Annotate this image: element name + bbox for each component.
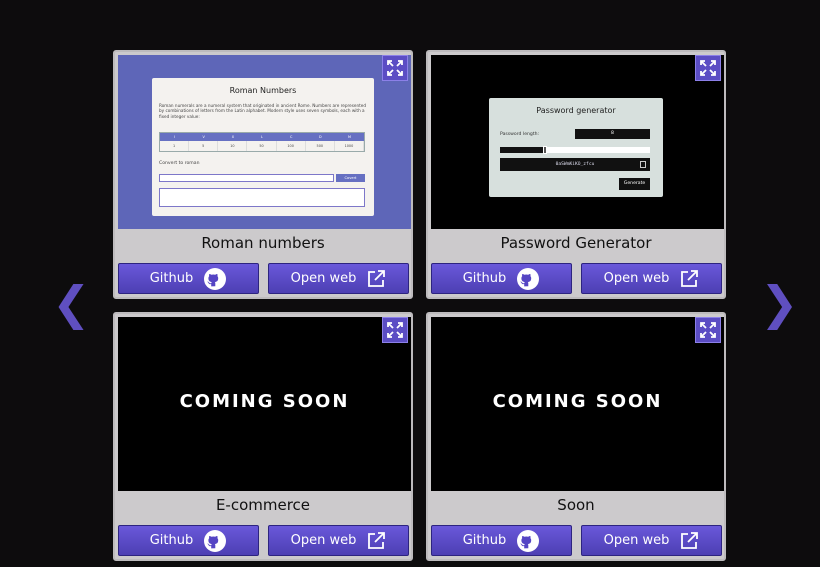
table-cell: 1000 xyxy=(335,141,364,151)
expand-preview-button[interactable] xyxy=(695,317,721,343)
github-icon xyxy=(204,529,227,552)
open-web-button-label: Open web xyxy=(603,271,670,286)
table-header-cell: L xyxy=(261,135,263,139)
password-preview-slider-fill xyxy=(500,147,545,153)
roman-preview-panel: Roman Numbers Roman numerals are a numer… xyxy=(152,78,374,216)
external-link-icon xyxy=(681,531,699,549)
roman-preview-table: I V X L C D M 1 5 10 50 100 500 1000 xyxy=(159,132,365,152)
expand-icon xyxy=(700,322,716,338)
table-header-cell: V xyxy=(202,135,205,139)
password-preview-generated: 0aSWmKiKO_zfcu xyxy=(555,162,595,167)
table-cell: 5 xyxy=(189,141,219,151)
password-preview-heading: Password generator xyxy=(536,106,616,115)
table-header-cell: X xyxy=(231,135,235,139)
table-cell: 100 xyxy=(277,141,306,151)
password-preview-slider xyxy=(500,146,650,154)
coming-soon-text: COMING SOON xyxy=(492,391,663,412)
external-link-icon xyxy=(368,531,386,549)
roman-preview-convert-label: Convert to roman xyxy=(159,161,200,166)
github-button[interactable]: Github xyxy=(118,525,259,556)
open-web-button-label: Open web xyxy=(290,271,357,286)
github-button-label: Github xyxy=(149,271,194,286)
open-web-button[interactable]: Open web xyxy=(581,263,722,294)
open-web-button[interactable]: Open web xyxy=(268,525,409,556)
github-icon xyxy=(517,267,540,290)
expand-preview-button[interactable] xyxy=(382,55,408,81)
table-cell: 1 xyxy=(160,141,190,151)
copy-icon xyxy=(640,161,646,168)
expand-preview-button[interactable] xyxy=(695,55,721,81)
project-preview: COMING SOON xyxy=(118,317,411,491)
table-header-cell: M xyxy=(347,135,351,139)
expand-icon xyxy=(700,60,716,76)
project-card-ecommerce: COMING SOON E-commerce Github Open web xyxy=(113,312,413,561)
project-card-password: Password generator Password length: 8 0a… xyxy=(426,50,726,299)
project-card-soon: COMING SOON Soon Github Open web xyxy=(426,312,726,561)
project-title: Soon xyxy=(557,496,595,514)
table-cell: 500 xyxy=(306,141,335,151)
external-link-icon xyxy=(368,269,386,287)
project-card-roman: Roman Numbers Roman numerals are a numer… xyxy=(113,50,413,299)
carousel-prev-arrow[interactable]: ❮ xyxy=(52,280,91,326)
github-button-label: Github xyxy=(149,533,194,548)
roman-preview-description: Roman numerals are a numeral system that… xyxy=(159,103,367,119)
open-web-button[interactable]: Open web xyxy=(581,525,722,556)
github-button-label: Github xyxy=(462,271,507,286)
password-preview-length-field: 8 xyxy=(575,129,650,139)
roman-preview-output xyxy=(159,188,365,207)
roman-preview-screenshot: Roman Numbers Roman numerals are a numer… xyxy=(118,55,411,229)
expand-icon xyxy=(387,60,403,76)
table-header-cell: C xyxy=(289,135,293,139)
coming-soon-text: COMING SOON xyxy=(179,391,350,412)
password-preview-output: 0aSWmKiKO_zfcu xyxy=(500,158,650,171)
open-web-button-label: Open web xyxy=(290,533,357,548)
table-header-cell: I xyxy=(174,135,176,139)
project-title: E-commerce xyxy=(215,496,311,514)
github-button-label: Github xyxy=(462,533,507,548)
project-preview: COMING SOON xyxy=(431,317,724,491)
carousel-next-arrow[interactable]: ❯ xyxy=(760,280,799,326)
password-preview-generate-button: Generate xyxy=(619,178,650,190)
project-preview: Password generator Password length: 8 0a… xyxy=(431,55,724,229)
table-cell: 10 xyxy=(218,141,248,151)
github-icon xyxy=(204,267,227,290)
project-title: Password Generator xyxy=(500,234,652,252)
roman-preview-convert-button: Covert xyxy=(336,174,365,182)
table-header-cell: D xyxy=(318,135,322,139)
github-button[interactable]: Github xyxy=(431,525,572,556)
github-button[interactable]: Github xyxy=(431,263,572,294)
project-preview: Roman Numbers Roman numerals are a numer… xyxy=(118,55,411,229)
external-link-icon xyxy=(681,269,699,287)
open-web-button[interactable]: Open web xyxy=(268,263,409,294)
expand-icon xyxy=(387,322,403,338)
password-preview-length-label: Password length: xyxy=(500,132,540,137)
roman-preview-input xyxy=(159,174,334,182)
open-web-button-label: Open web xyxy=(603,533,670,548)
expand-preview-button[interactable] xyxy=(382,317,408,343)
github-button[interactable]: Github xyxy=(118,263,259,294)
project-title: Roman numbers xyxy=(201,234,325,252)
password-preview-panel: Password generator Password length: 8 0a… xyxy=(489,98,663,197)
password-preview-slider-thumb xyxy=(543,146,547,154)
github-icon xyxy=(517,529,540,552)
table-cell: 50 xyxy=(247,141,277,151)
roman-preview-heading: Roman Numbers xyxy=(229,86,297,95)
